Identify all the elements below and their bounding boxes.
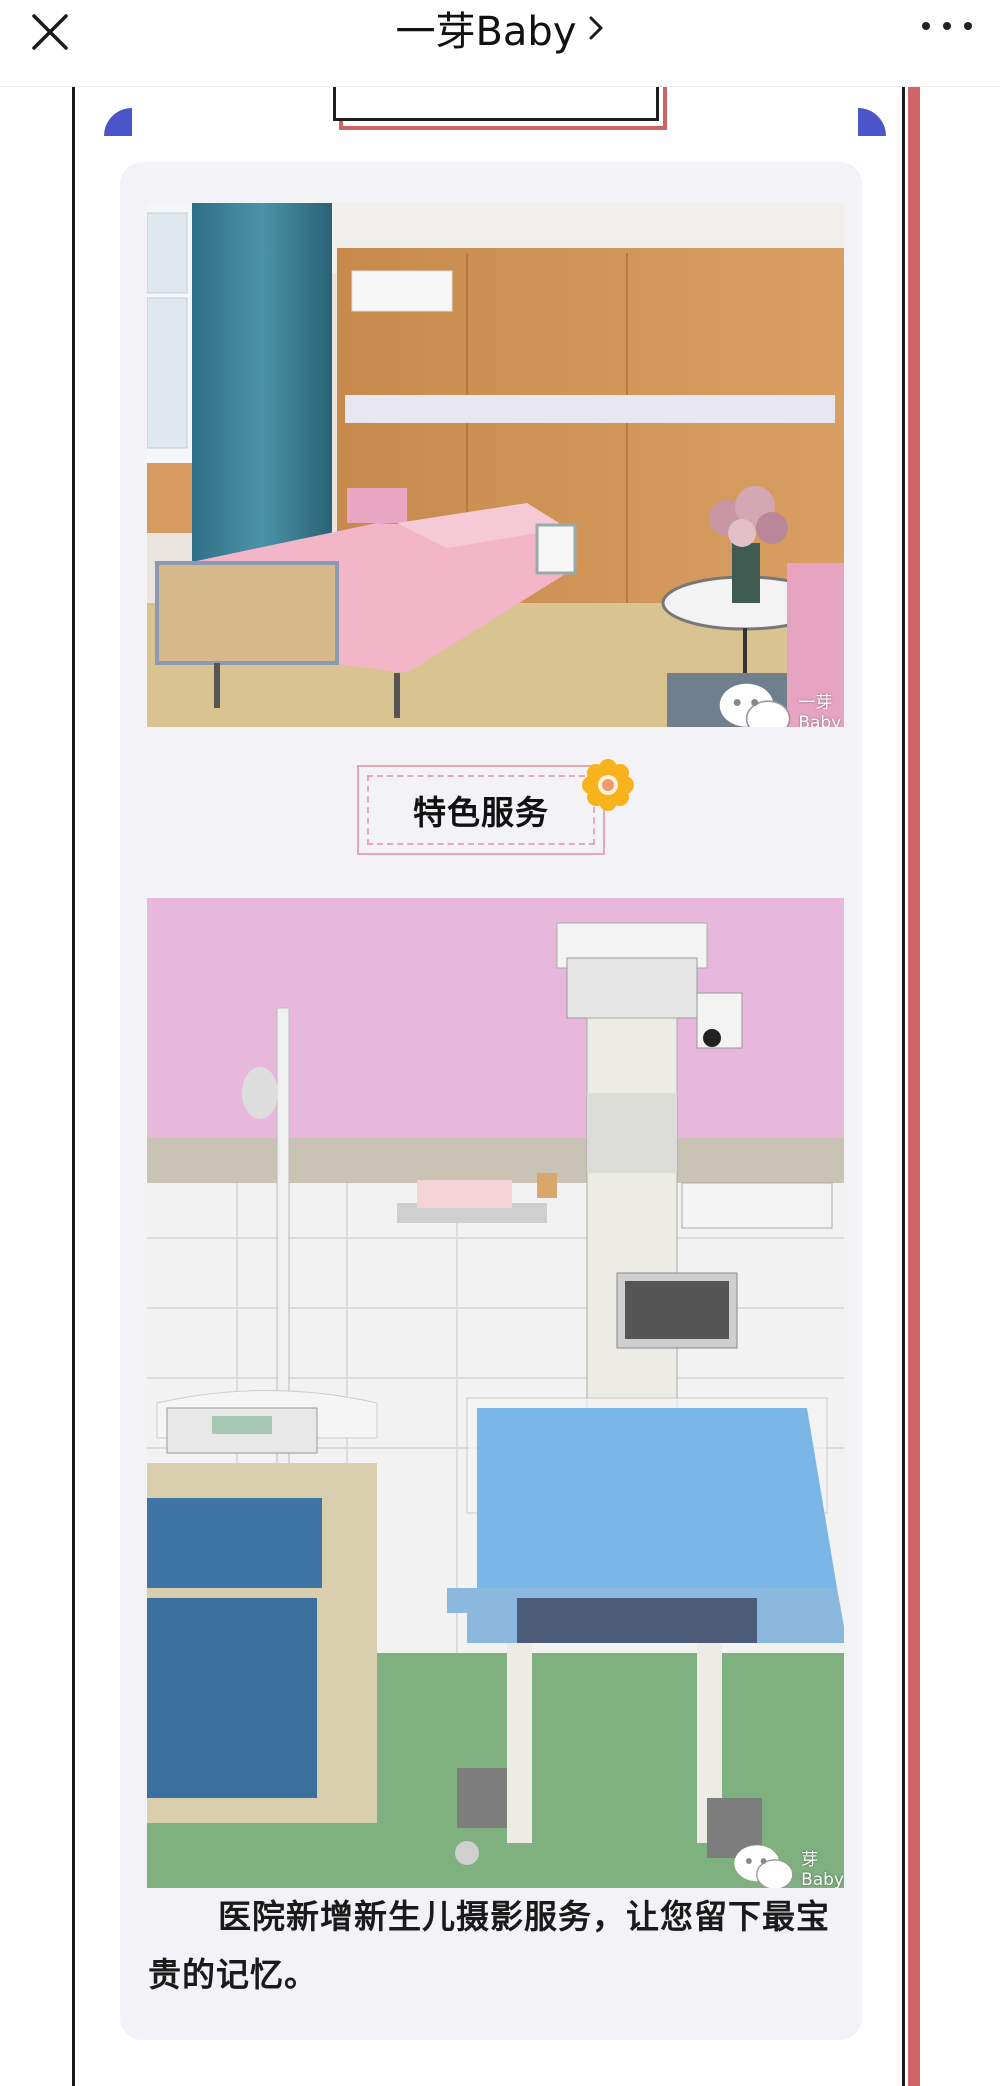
section-title: 特色服务: [413, 793, 549, 832]
watermark: 芽Baby: [732, 1843, 844, 1888]
chevron-right-icon: [589, 16, 602, 40]
caption-text: 医院新增新生儿摄影服务，让您留下最宝贵的记忆。: [148, 1897, 830, 1994]
ward-room-image: [147, 203, 844, 727]
newborn-care-photo[interactable]: 芽Baby: [147, 898, 844, 1888]
more-icon: [922, 22, 930, 30]
ward-room-photo[interactable]: 一芽Baby: [147, 203, 844, 727]
top-bar: 一芽Baby: [0, 0, 1000, 87]
more-icon-dot: [943, 22, 951, 30]
watermark-text: 一芽Baby: [798, 693, 842, 727]
newborn-care-image: [147, 898, 844, 1888]
frame-corner-right: [858, 108, 886, 136]
frame-border-right: [902, 86, 905, 2086]
account-title-link[interactable]: 一芽Baby: [395, 0, 604, 57]
more-button[interactable]: [922, 14, 972, 38]
wechat-icon: [734, 1845, 794, 1888]
more-icon-dot: [964, 22, 972, 30]
watermark: 一芽Baby: [717, 681, 844, 727]
watermark-text: 芽Baby: [801, 1850, 844, 1888]
close-icon: [32, 14, 68, 50]
frame-accent-right: [908, 86, 920, 2086]
close-button[interactable]: [28, 10, 72, 54]
section-heading-box: 特色服务: [357, 765, 605, 855]
frame-corner-left: [104, 108, 132, 136]
flower-icon: [582, 759, 634, 811]
frame-border-left: [72, 86, 75, 2086]
wechat-icon: [719, 683, 791, 727]
page-title: 一芽Baby: [395, 9, 577, 55]
